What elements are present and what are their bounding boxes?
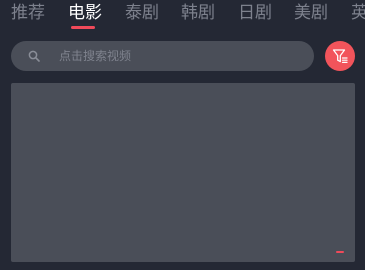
tab-american-drama[interactable]: 美剧	[294, 2, 328, 24]
tab-movies[interactable]: 电影	[68, 2, 102, 24]
search-input[interactable]	[47, 41, 314, 71]
search-icon	[28, 50, 40, 62]
tab-thai-drama[interactable]: 泰剧	[125, 2, 159, 24]
category-tabs: 推荐 电影 泰剧 韩剧 日剧 美剧 英	[0, 0, 365, 34]
carousel-indicator	[336, 251, 344, 253]
tab-korean-drama[interactable]: 韩剧	[181, 2, 215, 24]
tab-japanese-drama[interactable]: 日剧	[238, 2, 272, 24]
active-tab-indicator	[71, 26, 95, 29]
filter-icon	[332, 49, 348, 63]
app-root: 推荐 电影 泰剧 韩剧 日剧 美剧 英	[0, 0, 365, 270]
tab-recommend[interactable]: 推荐	[11, 2, 45, 24]
search-bar[interactable]	[11, 41, 314, 71]
banner-placeholder[interactable]	[11, 83, 355, 262]
filter-button[interactable]	[325, 41, 355, 71]
tab-british-drama[interactable]: 英	[351, 2, 365, 24]
